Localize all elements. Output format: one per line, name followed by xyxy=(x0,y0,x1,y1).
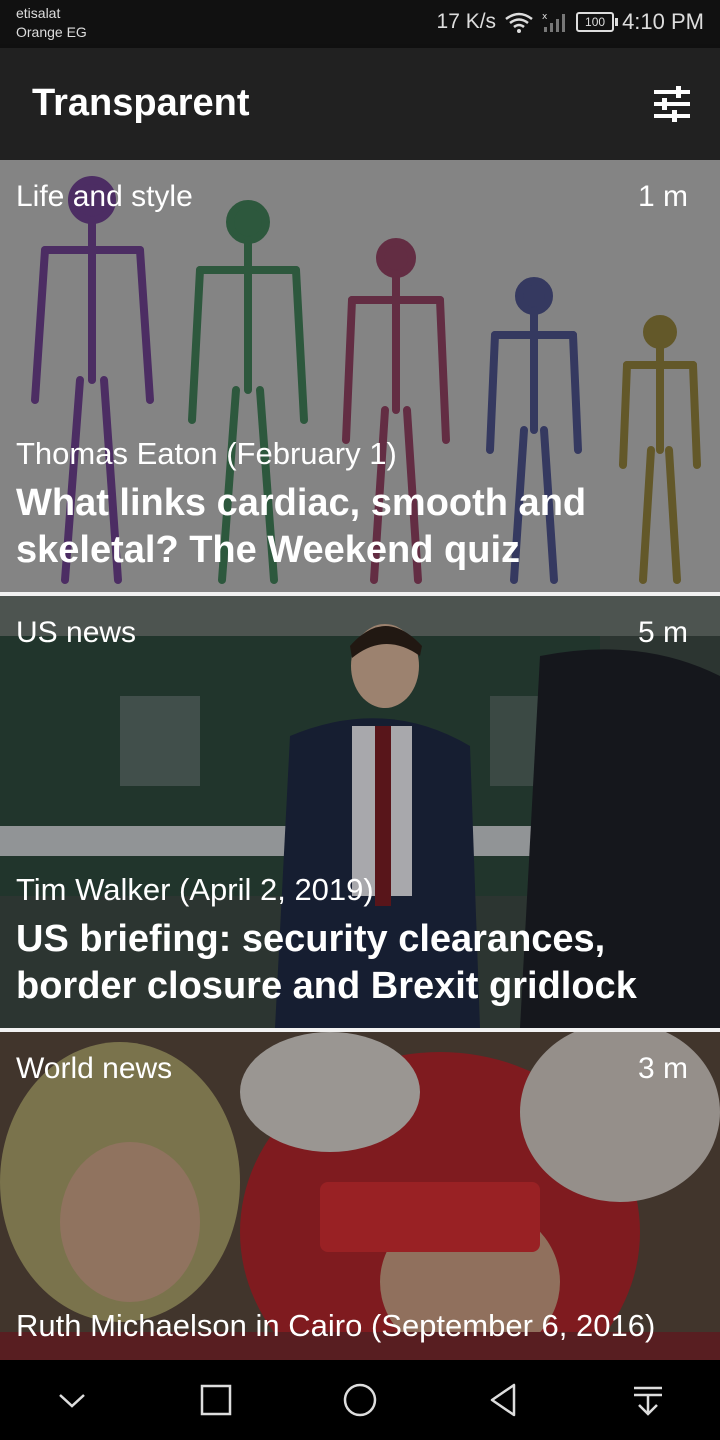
card-byline: Thomas Eaton (February 1) xyxy=(16,436,397,471)
card-category: Life and style xyxy=(16,180,193,213)
card-age: 1 m xyxy=(637,180,688,213)
card-byline: Tim Walker (April 2, 2019) xyxy=(16,872,374,907)
carrier-name: etisalat xyxy=(16,5,61,21)
card-byline: Ruth Michaelson in Cairo (September 6, 2… xyxy=(16,1308,656,1343)
home-icon[interactable] xyxy=(340,1380,380,1420)
carrier-info: etisalat Orange EG xyxy=(16,4,87,42)
svg-text:x: x xyxy=(542,12,548,22)
recent-apps-icon[interactable] xyxy=(196,1380,236,1420)
card-category: World news xyxy=(16,1052,173,1085)
card-headline: US briefing: security clearances, border… xyxy=(16,918,637,1007)
card-headline: What links cardiac, smooth and skeletal?… xyxy=(16,482,587,571)
system-nav-bar xyxy=(0,1360,720,1440)
battery-icon: 100 xyxy=(576,12,619,32)
app-bar: Transparent xyxy=(0,48,720,160)
news-card[interactable]: US news 5 m Tim Walker (April 2, 2019) U… xyxy=(0,596,720,1028)
card-age: 3 m xyxy=(637,1052,688,1085)
wifi-icon xyxy=(505,12,533,33)
status-bar: etisalat Orange EG 17 K/s x 100 4:10 PM xyxy=(0,0,720,48)
news-feed: Life and style 1 m Thomas Eaton (Februar… xyxy=(0,160,720,1360)
notification-pull-icon[interactable] xyxy=(628,1380,668,1420)
card-category: US news xyxy=(16,616,137,649)
clock: 4:10 PM xyxy=(622,9,704,34)
signal-icon: x xyxy=(542,12,566,32)
chevron-down-icon[interactable] xyxy=(52,1380,92,1420)
news-card[interactable]: World news 3 m Ruth Michaelson in Cairo … xyxy=(0,1032,720,1360)
back-icon[interactable] xyxy=(484,1380,524,1420)
status-indicators: 17 K/s x 100 4:10 PM xyxy=(437,9,704,35)
net-speed: 17 K/s xyxy=(436,10,497,33)
news-card[interactable]: Life and style 1 m Thomas Eaton (Februar… xyxy=(0,160,720,592)
app-title: Transparent xyxy=(32,82,250,124)
carrier-secondary: Orange EG xyxy=(16,24,87,40)
card-age: 5 m xyxy=(637,616,688,649)
tune-icon[interactable] xyxy=(652,84,692,124)
